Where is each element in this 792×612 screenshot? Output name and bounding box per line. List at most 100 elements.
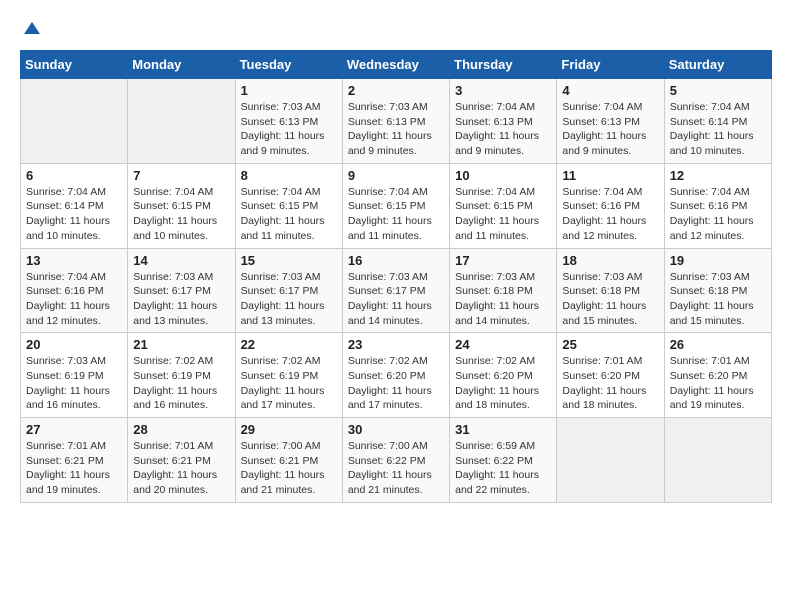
calendar-header-sunday: Sunday <box>21 51 128 79</box>
day-number: 14 <box>133 253 229 268</box>
day-info: Sunrise: 7:03 AM Sunset: 6:17 PM Dayligh… <box>133 271 217 327</box>
calendar-cell: 6 Sunrise: 7:04 AM Sunset: 6:14 PM Dayli… <box>21 163 128 248</box>
calendar-cell: 28 Sunrise: 7:01 AM Sunset: 6:21 PM Dayl… <box>128 418 235 503</box>
calendar-cell: 3 Sunrise: 7:04 AM Sunset: 6:13 PM Dayli… <box>450 79 557 164</box>
day-info: Sunrise: 7:04 AM Sunset: 6:16 PM Dayligh… <box>26 271 110 327</box>
day-number: 12 <box>670 168 766 183</box>
day-number: 17 <box>455 253 551 268</box>
day-info: Sunrise: 7:02 AM Sunset: 6:19 PM Dayligh… <box>133 355 217 411</box>
day-info: Sunrise: 7:04 AM Sunset: 6:15 PM Dayligh… <box>241 186 325 242</box>
day-number: 16 <box>348 253 444 268</box>
calendar-cell: 11 Sunrise: 7:04 AM Sunset: 6:16 PM Dayl… <box>557 163 664 248</box>
day-number: 29 <box>241 422 337 437</box>
calendar-week-row: 13 Sunrise: 7:04 AM Sunset: 6:16 PM Dayl… <box>21 248 772 333</box>
calendar-cell: 7 Sunrise: 7:04 AM Sunset: 6:15 PM Dayli… <box>128 163 235 248</box>
calendar-cell: 25 Sunrise: 7:01 AM Sunset: 6:20 PM Dayl… <box>557 333 664 418</box>
day-info: Sunrise: 7:04 AM Sunset: 6:16 PM Dayligh… <box>670 186 754 242</box>
day-number: 13 <box>26 253 122 268</box>
calendar-cell: 17 Sunrise: 7:03 AM Sunset: 6:18 PM Dayl… <box>450 248 557 333</box>
calendar-header-wednesday: Wednesday <box>342 51 449 79</box>
day-info: Sunrise: 7:00 AM Sunset: 6:21 PM Dayligh… <box>241 440 325 496</box>
calendar-cell: 27 Sunrise: 7:01 AM Sunset: 6:21 PM Dayl… <box>21 418 128 503</box>
day-number: 8 <box>241 168 337 183</box>
day-info: Sunrise: 7:04 AM Sunset: 6:15 PM Dayligh… <box>133 186 217 242</box>
day-info: Sunrise: 7:03 AM Sunset: 6:18 PM Dayligh… <box>455 271 539 327</box>
calendar-cell: 19 Sunrise: 7:03 AM Sunset: 6:18 PM Dayl… <box>664 248 771 333</box>
day-info: Sunrise: 7:03 AM Sunset: 6:13 PM Dayligh… <box>348 101 432 157</box>
day-number: 19 <box>670 253 766 268</box>
calendar-cell: 18 Sunrise: 7:03 AM Sunset: 6:18 PM Dayl… <box>557 248 664 333</box>
calendar-cell: 2 Sunrise: 7:03 AM Sunset: 6:13 PM Dayli… <box>342 79 449 164</box>
logo <box>20 20 42 40</box>
calendar-table: SundayMondayTuesdayWednesdayThursdayFrid… <box>20 50 772 503</box>
day-number: 15 <box>241 253 337 268</box>
day-number: 20 <box>26 337 122 352</box>
day-info: Sunrise: 7:04 AM Sunset: 6:15 PM Dayligh… <box>455 186 539 242</box>
calendar-cell: 16 Sunrise: 7:03 AM Sunset: 6:17 PM Dayl… <box>342 248 449 333</box>
day-info: Sunrise: 7:01 AM Sunset: 6:21 PM Dayligh… <box>26 440 110 496</box>
calendar-week-row: 20 Sunrise: 7:03 AM Sunset: 6:19 PM Dayl… <box>21 333 772 418</box>
day-info: Sunrise: 7:01 AM Sunset: 6:20 PM Dayligh… <box>670 355 754 411</box>
day-number: 5 <box>670 83 766 98</box>
calendar-cell: 8 Sunrise: 7:04 AM Sunset: 6:15 PM Dayli… <box>235 163 342 248</box>
day-number: 18 <box>562 253 658 268</box>
calendar-cell: 24 Sunrise: 7:02 AM Sunset: 6:20 PM Dayl… <box>450 333 557 418</box>
calendar-cell: 13 Sunrise: 7:04 AM Sunset: 6:16 PM Dayl… <box>21 248 128 333</box>
calendar-cell: 4 Sunrise: 7:04 AM Sunset: 6:13 PM Dayli… <box>557 79 664 164</box>
calendar-cell <box>21 79 128 164</box>
calendar-cell: 12 Sunrise: 7:04 AM Sunset: 6:16 PM Dayl… <box>664 163 771 248</box>
calendar-header-tuesday: Tuesday <box>235 51 342 79</box>
day-number: 31 <box>455 422 551 437</box>
calendar-cell: 22 Sunrise: 7:02 AM Sunset: 6:19 PM Dayl… <box>235 333 342 418</box>
calendar-cell: 20 Sunrise: 7:03 AM Sunset: 6:19 PM Dayl… <box>21 333 128 418</box>
calendar-cell <box>664 418 771 503</box>
day-info: Sunrise: 7:03 AM Sunset: 6:13 PM Dayligh… <box>241 101 325 157</box>
day-info: Sunrise: 7:03 AM Sunset: 6:19 PM Dayligh… <box>26 355 110 411</box>
calendar-cell <box>128 79 235 164</box>
calendar-cell: 30 Sunrise: 7:00 AM Sunset: 6:22 PM Dayl… <box>342 418 449 503</box>
day-number: 22 <box>241 337 337 352</box>
logo-icon <box>22 20 42 40</box>
calendar-cell: 5 Sunrise: 7:04 AM Sunset: 6:14 PM Dayli… <box>664 79 771 164</box>
day-number: 7 <box>133 168 229 183</box>
day-number: 3 <box>455 83 551 98</box>
day-number: 2 <box>348 83 444 98</box>
calendar-header-monday: Monday <box>128 51 235 79</box>
day-info: Sunrise: 6:59 AM Sunset: 6:22 PM Dayligh… <box>455 440 539 496</box>
day-info: Sunrise: 7:04 AM Sunset: 6:13 PM Dayligh… <box>562 101 646 157</box>
calendar-cell: 26 Sunrise: 7:01 AM Sunset: 6:20 PM Dayl… <box>664 333 771 418</box>
day-number: 24 <box>455 337 551 352</box>
day-number: 27 <box>26 422 122 437</box>
calendar-cell: 15 Sunrise: 7:03 AM Sunset: 6:17 PM Dayl… <box>235 248 342 333</box>
calendar-header-row: SundayMondayTuesdayWednesdayThursdayFrid… <box>21 51 772 79</box>
day-info: Sunrise: 7:02 AM Sunset: 6:20 PM Dayligh… <box>455 355 539 411</box>
calendar-header-saturday: Saturday <box>664 51 771 79</box>
day-info: Sunrise: 7:03 AM Sunset: 6:17 PM Dayligh… <box>348 271 432 327</box>
calendar-cell: 21 Sunrise: 7:02 AM Sunset: 6:19 PM Dayl… <box>128 333 235 418</box>
calendar-cell: 9 Sunrise: 7:04 AM Sunset: 6:15 PM Dayli… <box>342 163 449 248</box>
day-info: Sunrise: 7:01 AM Sunset: 6:21 PM Dayligh… <box>133 440 217 496</box>
page-header <box>20 20 772 40</box>
calendar-week-row: 1 Sunrise: 7:03 AM Sunset: 6:13 PM Dayli… <box>21 79 772 164</box>
day-number: 9 <box>348 168 444 183</box>
calendar-header-thursday: Thursday <box>450 51 557 79</box>
day-number: 6 <box>26 168 122 183</box>
calendar-cell: 23 Sunrise: 7:02 AM Sunset: 6:20 PM Dayl… <box>342 333 449 418</box>
calendar-cell: 14 Sunrise: 7:03 AM Sunset: 6:17 PM Dayl… <box>128 248 235 333</box>
day-number: 11 <box>562 168 658 183</box>
day-info: Sunrise: 7:04 AM Sunset: 6:16 PM Dayligh… <box>562 186 646 242</box>
calendar-cell: 31 Sunrise: 6:59 AM Sunset: 6:22 PM Dayl… <box>450 418 557 503</box>
calendar-header-friday: Friday <box>557 51 664 79</box>
calendar-week-row: 6 Sunrise: 7:04 AM Sunset: 6:14 PM Dayli… <box>21 163 772 248</box>
calendar-week-row: 27 Sunrise: 7:01 AM Sunset: 6:21 PM Dayl… <box>21 418 772 503</box>
day-number: 10 <box>455 168 551 183</box>
day-info: Sunrise: 7:00 AM Sunset: 6:22 PM Dayligh… <box>348 440 432 496</box>
day-number: 28 <box>133 422 229 437</box>
day-number: 30 <box>348 422 444 437</box>
day-info: Sunrise: 7:02 AM Sunset: 6:19 PM Dayligh… <box>241 355 325 411</box>
day-info: Sunrise: 7:04 AM Sunset: 6:13 PM Dayligh… <box>455 101 539 157</box>
day-info: Sunrise: 7:04 AM Sunset: 6:15 PM Dayligh… <box>348 186 432 242</box>
day-number: 21 <box>133 337 229 352</box>
calendar-cell: 10 Sunrise: 7:04 AM Sunset: 6:15 PM Dayl… <box>450 163 557 248</box>
day-info: Sunrise: 7:03 AM Sunset: 6:18 PM Dayligh… <box>670 271 754 327</box>
